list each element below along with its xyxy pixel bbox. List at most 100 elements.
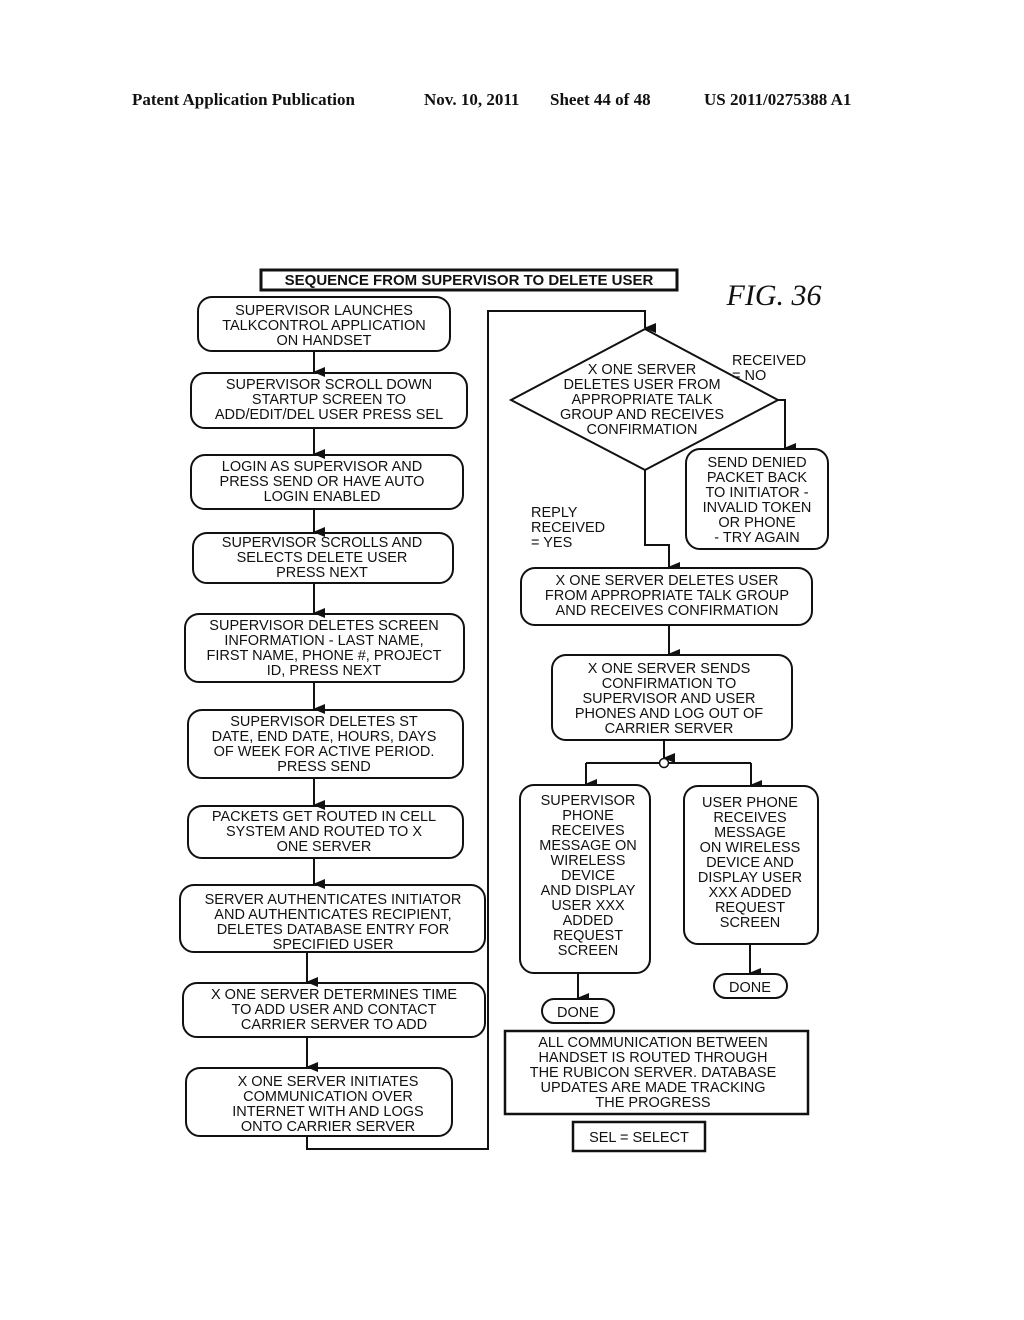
text-line: OF WEEK FOR ACTIVE PERIOD. xyxy=(214,744,435,760)
step-9: X ONE SERVER DETERMINES TIME TO ADD USER … xyxy=(182,982,486,1038)
text-line: ADD/EDIT/DEL USER PRESS SEL xyxy=(215,407,443,423)
split-junction xyxy=(658,757,670,769)
denied-box: SEND DENIED PACKET BACK TO INITIATOR -INVA… xyxy=(685,448,829,550)
text-line: SERVER AUTHENTICATES INITIATOR xyxy=(205,892,462,908)
step-8: SERVER AUTHENTICATES INITIATOR AND AUTHEN… xyxy=(179,884,486,953)
text-line: SYSTEM AND ROUTED TO X xyxy=(226,824,422,840)
step-5: SUPERVISOR DELETES SCREEN INFORMATION - L… xyxy=(184,613,465,683)
text-line: RECEIVES xyxy=(551,823,624,839)
text-line: DISPLAY USER xyxy=(698,870,802,886)
text-line: SELECTS DELETE USER xyxy=(237,550,408,566)
user-phone-box: USER PHONE RECEIVES MESSAGE ON WIRELESS DEVI… xyxy=(683,785,819,945)
text-line: TO INITIATOR - xyxy=(705,485,808,501)
text-line: INTERNET WITH AND LOGS xyxy=(232,1104,423,1120)
text-line: INVALID TOKEN xyxy=(703,500,812,516)
text-line: TALKCONTROL APPLICATION xyxy=(222,318,426,334)
text-line: DATE, END DATE, HOURS, DAYS xyxy=(212,729,437,745)
text-line: FROM APPROPRIATE TALK GROUP xyxy=(545,588,789,604)
legend-box: SEL = SELECT xyxy=(571,1120,707,1153)
text-line: LOGIN ENABLED xyxy=(264,489,381,505)
text-line: XXX ADDED xyxy=(709,885,792,901)
text-line: ONE SERVER xyxy=(277,839,372,855)
text-line: REPLY xyxy=(531,505,578,521)
text-line: SUPERVISOR DELETES ST xyxy=(230,714,418,730)
received-no-label: RECEIVED = NO xyxy=(732,353,806,384)
note-box: ALL COMMUNICATION BETWEEN HANDSET IS ROUT… xyxy=(503,1029,810,1116)
text-line: ONTO CARRIER SERVER xyxy=(241,1119,415,1135)
legend-text: SEL = SELECT xyxy=(589,1130,689,1146)
arrow-no-branch xyxy=(778,399,796,453)
done-terminal-left: DONE xyxy=(541,998,615,1024)
text-line: SCREEN xyxy=(558,943,618,959)
text-line: DEVICE xyxy=(561,868,615,884)
text-line: REQUEST xyxy=(715,900,785,916)
right-step-1-text: X ONE SERVER DELETES USER FROM APPROPRIAT… xyxy=(545,573,789,619)
done-left-text: DONE xyxy=(557,1005,599,1021)
reply-received-yes-label: REPLY RECEIVED = YES xyxy=(531,505,605,551)
diagram-title-text: SEQUENCE FROM SUPERVISOR TO DELETE USER xyxy=(285,272,654,289)
text-line: WIRELESS xyxy=(551,853,626,869)
text-line: RECEIVES xyxy=(713,810,786,826)
text-line: USER PHONE xyxy=(702,795,798,811)
text-line: X ONE SERVER DETERMINES TIME xyxy=(211,987,457,1003)
text-line: UPDATES ARE MADE TRACKING xyxy=(540,1080,765,1096)
text-line: DELETES USER FROM xyxy=(563,377,720,393)
text-line: MESSAGE xyxy=(714,825,786,841)
text-line: SUPERVISOR LAUNCHES xyxy=(235,303,413,319)
figure-label: FIG. 36 xyxy=(726,279,822,312)
text-line: AND DISPLAY xyxy=(541,883,636,899)
done-right-text: DONE xyxy=(729,980,771,996)
text-line: = YES xyxy=(531,535,572,551)
diagram-title: SEQUENCE FROM SUPERVISOR TO DELETE USER xyxy=(259,268,679,292)
text-line: HANDSET IS ROUTED THROUGH xyxy=(538,1050,767,1066)
text-line: X ONE SERVER DELETES USER xyxy=(556,573,779,589)
text-line: ID, PRESS NEXT xyxy=(267,663,382,679)
text-line: RECEIVED xyxy=(531,520,605,536)
text-line: SPECIFIED USER xyxy=(273,937,394,953)
text-line: RECEIVED xyxy=(732,353,806,369)
text-line: ON WIRELESS xyxy=(700,840,801,856)
flowchart: SEQUENCE FROM SUPERVISOR TO DELETE USER … xyxy=(179,268,829,1153)
text-line: OR PHONE xyxy=(718,515,796,531)
step-1: SUPERVISOR LAUNCHES TALKCONTROL APPLICATI… xyxy=(197,296,451,352)
text-line: SCREEN xyxy=(720,915,780,931)
text-line: STARTUP SCREEN TO xyxy=(252,392,406,408)
text-line: PRESS SEND OR HAVE AUTO xyxy=(220,474,425,490)
arrow-yes-branch xyxy=(644,470,680,572)
text-line: SUPERVISOR AND USER xyxy=(583,691,756,707)
text-line: DEVICE AND xyxy=(706,855,794,871)
text-line: = NO xyxy=(732,368,766,384)
step-4: SUPERVISOR SCROLLS AND SELECTS DELETE USE… xyxy=(192,532,454,584)
text-line: ALL COMMUNICATION BETWEEN xyxy=(538,1035,768,1051)
supervisor-phone-box: SUPERVISOR PHONE RECEIVES MESSAGE ON WIRELES… xyxy=(519,784,651,974)
text-line: PHONE xyxy=(562,808,614,824)
text-line: COMMUNICATION OVER xyxy=(243,1089,413,1105)
step-10: X ONE SERVER INITIATES COMMUNICATION OVER… xyxy=(185,1067,453,1137)
denied-text: SEND DENIED PACKET BACK TO INITIATOR -INVA… xyxy=(703,455,812,546)
text-line: - TRY AGAIN xyxy=(714,530,799,546)
text-line: CARRIER SERVER TO ADD xyxy=(241,1017,427,1033)
done-terminal-right: DONE xyxy=(713,973,788,999)
step-10-text: X ONE SERVER INITIATES COMMUNICATION OVER… xyxy=(232,1074,423,1135)
text-line: MESSAGE ON xyxy=(539,838,637,854)
text-line: PACKETS GET ROUTED IN CELL xyxy=(212,809,436,825)
text-line: REQUEST xyxy=(553,928,623,944)
text-line: THE PROGRESS xyxy=(595,1095,710,1111)
text-line: FIRST NAME, PHONE #, PROJECT xyxy=(207,648,442,664)
text-line: AND RECEIVES CONFIRMATION xyxy=(556,603,779,619)
text-line: THE RUBICON SERVER. DATABASE xyxy=(530,1065,777,1081)
text-line: ADDED xyxy=(563,913,614,929)
text-line: ON HANDSET xyxy=(276,333,371,349)
text-line: INFORMATION - LAST NAME, xyxy=(224,633,423,649)
text-line: PRESS NEXT xyxy=(276,565,368,581)
text-line: PACKET BACK xyxy=(707,470,808,486)
text-line: GROUP AND RECEIVES xyxy=(560,407,724,423)
text-line: TO ADD USER AND CONTACT xyxy=(232,1002,437,1018)
step-3: LOGIN AS SUPERVISOR AND PRESS SEND OR HAV… xyxy=(190,454,464,510)
step-9-text: X ONE SERVER DETERMINES TIME TO ADD USER … xyxy=(211,987,457,1033)
text-line: SUPERVISOR xyxy=(541,793,636,809)
text-line: CONFIRMATION xyxy=(587,422,698,438)
text-line: X ONE SERVER INITIATES xyxy=(238,1074,419,1090)
step-2: SUPERVISOR SCROLL DOWN STARTUP SCREEN TO A… xyxy=(190,372,468,429)
text-line: SUPERVISOR SCROLLS AND xyxy=(222,535,422,551)
